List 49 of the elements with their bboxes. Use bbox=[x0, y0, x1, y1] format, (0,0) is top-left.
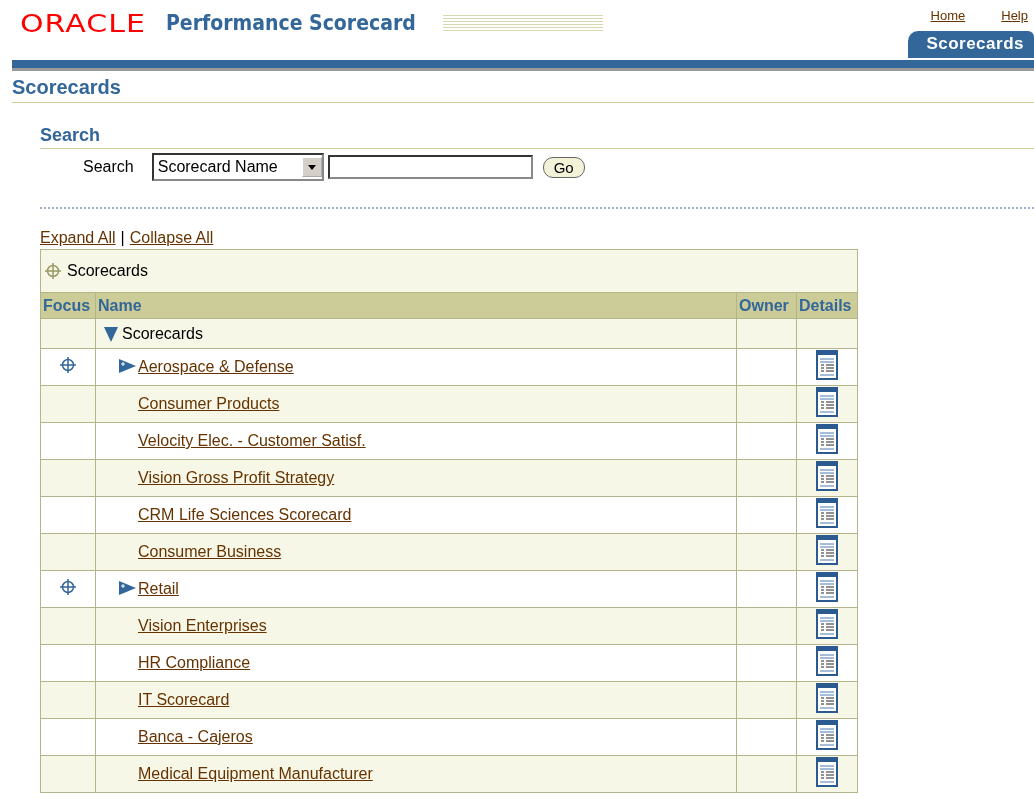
details-icon[interactable] bbox=[816, 646, 838, 676]
collapse-all-link[interactable]: Collapse All bbox=[129, 229, 214, 247]
scorecard-link[interactable]: Consumer Business bbox=[138, 543, 282, 561]
scorecard-link[interactable]: Velocity Elec. - Customer Satisf. bbox=[138, 432, 366, 450]
scorecard-link[interactable]: Vision Enterprises bbox=[138, 617, 267, 635]
expand-all-link[interactable]: Expand All bbox=[40, 229, 116, 247]
details-icon[interactable] bbox=[816, 498, 838, 528]
section-heading: Search bbox=[40, 125, 1034, 149]
nav-tab[interactable]: Scorecards bbox=[908, 31, 1034, 58]
details-icon[interactable] bbox=[816, 609, 838, 639]
details-icon[interactable] bbox=[816, 572, 838, 602]
scorecard-link[interactable]: Aerospace & Defense bbox=[138, 358, 294, 376]
search-field[interactable] bbox=[327, 155, 533, 179]
details-icon[interactable] bbox=[816, 387, 838, 417]
collapse-triangle-icon[interactable] bbox=[102, 324, 120, 343]
scorecard-link[interactable]: HR Compliance bbox=[138, 654, 251, 672]
focus-icon bbox=[45, 263, 61, 279]
column-header: Focus bbox=[40, 292, 96, 319]
separator: | bbox=[120, 229, 125, 247]
column-header: Name bbox=[95, 292, 737, 319]
expand-triangle-icon[interactable] bbox=[118, 580, 136, 598]
details-icon[interactable] bbox=[816, 757, 838, 787]
focus-icon[interactable] bbox=[60, 357, 76, 373]
oracle-logo: ORACLE bbox=[20, 8, 146, 38]
expand-triangle-icon[interactable] bbox=[118, 358, 136, 376]
details-icon[interactable] bbox=[816, 424, 838, 454]
go-button[interactable]: Go bbox=[542, 156, 585, 178]
details-icon[interactable] bbox=[816, 461, 838, 491]
global-link[interactable]: Home bbox=[930, 8, 966, 23]
scorecard-link[interactable]: Medical Equipment Manufacturer bbox=[138, 765, 373, 783]
focus-caption: Scorecards bbox=[67, 262, 148, 280]
global-link[interactable]: Help bbox=[1001, 8, 1028, 23]
scorecard-link[interactable]: Banca - Cajeros bbox=[138, 728, 253, 746]
tree-node-label: Scorecards bbox=[122, 324, 203, 343]
details-icon[interactable] bbox=[816, 535, 838, 565]
scorecard-link[interactable]: IT Scorecard bbox=[138, 691, 230, 709]
search-select[interactable]: Scorecard Name bbox=[151, 153, 324, 181]
details-icon[interactable] bbox=[816, 350, 838, 380]
details-icon[interactable] bbox=[816, 720, 838, 750]
search-label: Search bbox=[83, 158, 134, 176]
scorecard-link[interactable]: Retail bbox=[138, 580, 179, 598]
details-icon[interactable] bbox=[816, 683, 838, 713]
caret-icon bbox=[307, 164, 316, 170]
scorecard-link[interactable]: Vision Gross Profit Strategy bbox=[138, 469, 335, 487]
scorecard-link[interactable]: Consumer Products bbox=[138, 395, 280, 413]
scorecard-link[interactable]: CRM Life Sciences Scorecard bbox=[138, 506, 352, 524]
focus-icon[interactable] bbox=[60, 579, 76, 595]
page-title: Scorecards bbox=[12, 76, 1034, 103]
product-title: Performance Scorecard bbox=[165, 11, 416, 35]
